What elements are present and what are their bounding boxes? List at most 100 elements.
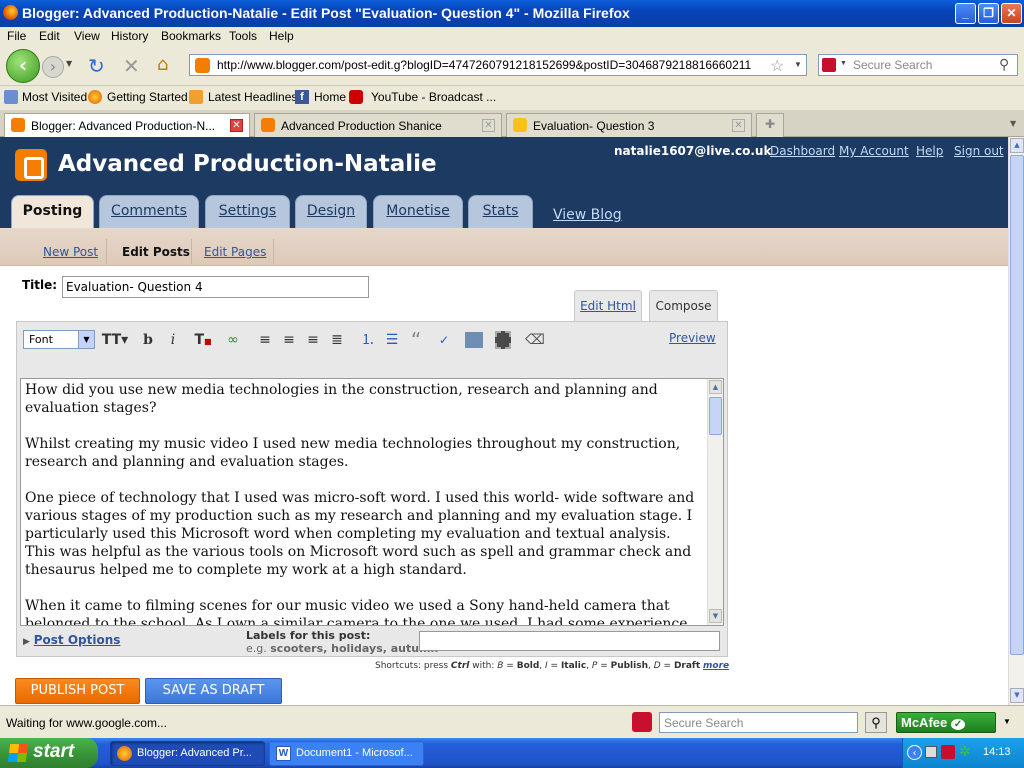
forward-button[interactable]: › [42, 56, 64, 78]
post-options[interactable]: ▶ Post Options [23, 633, 120, 647]
text-color-icon[interactable]: T■ [193, 330, 213, 350]
status-search-icon[interactable]: ⚲ [865, 712, 887, 733]
scroll-up-icon[interactable]: ▲ [1010, 138, 1024, 153]
bookmark-home[interactable]: Home [314, 90, 346, 104]
page-scrollbar[interactable]: ▲ ▼ [1008, 137, 1024, 705]
tab-blogger-edit-post[interactable]: Blogger: Advanced Production-N... ✕ [4, 113, 250, 138]
close-window-button[interactable]: ✕ [1001, 3, 1022, 24]
network-icon[interactable] [925, 746, 937, 758]
page-scroll-thumb[interactable] [1010, 155, 1024, 655]
blogger-logo-icon[interactable] [15, 149, 47, 181]
italic-icon[interactable]: i [163, 330, 183, 350]
close-tab-icon[interactable]: ✕ [732, 119, 745, 132]
shortcuts-more-link[interactable]: more [703, 661, 729, 671]
save-as-draft-button[interactable]: SAVE AS DRAFT [145, 678, 282, 704]
bookmark-latest-headlines[interactable]: Latest Headlines [208, 90, 297, 104]
menu-file[interactable]: File [7, 29, 26, 43]
bold-icon[interactable]: b [138, 330, 158, 350]
help-link[interactable]: Help [916, 144, 943, 158]
post-options-link[interactable]: Post Options [34, 633, 121, 647]
search-magnifier-icon[interactable]: ⚲ [999, 56, 1009, 73]
tab-advanced-production-shanice[interactable]: Advanced Production Shanice ✕ [254, 113, 502, 137]
numbered-list-icon[interactable]: ⒈ [358, 330, 378, 350]
my-account-link[interactable]: My Account [839, 144, 909, 158]
menu-history[interactable]: History [111, 29, 148, 43]
scroll-down-icon[interactable]: ▼ [709, 609, 722, 623]
post-body-content[interactable]: How did you use new media technologies i… [25, 381, 705, 625]
menu-help[interactable]: Help [269, 29, 294, 43]
font-select[interactable]: Font ▼ [23, 330, 95, 349]
align-center-icon[interactable]: ≡ [279, 330, 299, 350]
scroll-thumb[interactable] [709, 397, 722, 435]
rss-feed-icon [189, 90, 203, 104]
edit-html-tab[interactable]: Edit Html [574, 290, 642, 322]
menu-bookmarks[interactable]: Bookmarks [161, 29, 221, 43]
scroll-down-icon[interactable]: ▼ [1010, 688, 1024, 703]
mcafee-search-icon [822, 58, 836, 72]
view-blog-link[interactable]: View Blog [553, 207, 622, 223]
justify-icon[interactable]: ≣ [327, 330, 347, 350]
post-body-editor[interactable]: How did you use new media technologies i… [20, 378, 724, 626]
align-right-icon[interactable]: ≡ [303, 330, 323, 350]
bookmark-youtube[interactable]: YouTube - Broadcast ... [371, 90, 496, 104]
post-title-input[interactable]: Evaluation- Question 4 [62, 276, 369, 298]
tab-comments[interactable]: Comments [99, 195, 199, 228]
tab-settings[interactable]: Settings [205, 195, 290, 228]
home-icon[interactable]: ⌂ [157, 54, 168, 75]
preview-link[interactable]: Preview [669, 331, 716, 345]
url-bar[interactable]: http://www.blogger.com/post-edit.g?blogI… [189, 54, 807, 76]
spellcheck-icon[interactable]: ✓ [434, 330, 454, 350]
close-tab-icon[interactable]: ✕ [230, 119, 243, 132]
bookmark-getting-started[interactable]: Getting Started [107, 90, 188, 104]
edit-pages-link[interactable]: Edit Pages [204, 245, 266, 259]
bullet-list-icon[interactable]: ☰ [382, 330, 402, 350]
mcafee-shield-icon[interactable] [632, 712, 652, 732]
sign-out-link[interactable]: Sign out [954, 144, 1004, 158]
reload-icon[interactable]: ↻ [88, 54, 105, 78]
search-engine-dropdown-icon[interactable]: ▼ [840, 60, 847, 67]
status-search-input[interactable]: Secure Search [659, 712, 858, 733]
close-tab-icon[interactable]: ✕ [482, 119, 495, 132]
tab-posting[interactable]: Posting [11, 195, 94, 228]
tray-app-icon[interactable]: ✲ [959, 744, 971, 760]
search-box[interactable]: ▼ Secure Search ⚲ [818, 54, 1018, 76]
back-button[interactable]: ‹ [6, 49, 40, 83]
mcafee-badge[interactable]: McAfee ✓ [896, 712, 996, 733]
new-post-link[interactable]: New Post [43, 245, 98, 259]
blockquote-icon[interactable]: “ [406, 330, 426, 350]
taskbar-item-firefox[interactable]: Blogger: Advanced Pr... [110, 741, 265, 766]
tab-stats[interactable]: Stats [468, 195, 533, 228]
url-dropdown-icon[interactable]: ▼ [794, 60, 802, 69]
mcafee-tray-icon[interactable] [941, 745, 955, 759]
labels-input[interactable] [419, 631, 720, 651]
font-size-icon[interactable]: TT▾ [101, 330, 129, 350]
align-left-icon[interactable]: ≡ [255, 330, 275, 350]
minimize-button[interactable]: _ [955, 3, 976, 24]
maximize-button[interactable]: ❐ [978, 3, 999, 24]
tab-list-dropdown-icon[interactable]: ▼ [1010, 119, 1016, 128]
history-dropdown-icon[interactable]: ▼ [66, 59, 72, 68]
tab-monetise[interactable]: Monetise [373, 195, 463, 228]
link-icon[interactable]: ∞ [223, 330, 243, 350]
compose-tab[interactable]: Compose [649, 290, 718, 323]
bookmark-most-visited[interactable]: Most Visited [22, 90, 87, 104]
bookmark-star-icon[interactable]: ☆ [770, 56, 784, 76]
taskbar-item-word[interactable]: W Document1 - Microsof... [269, 741, 424, 766]
tab-evaluation-question-3[interactable]: Evaluation- Question 3 ✕ [506, 113, 752, 137]
tab-design[interactable]: Design [295, 195, 367, 228]
dashboard-link[interactable]: Dashboard [770, 144, 835, 158]
remove-formatting-icon[interactable]: ⌫ [525, 330, 545, 350]
start-button[interactable]: start [0, 738, 98, 768]
menu-edit[interactable]: Edit [39, 29, 60, 43]
menu-view[interactable]: View [74, 29, 100, 43]
tray-expand-icon[interactable]: ‹ [907, 745, 922, 760]
insert-video-icon[interactable] [495, 331, 511, 349]
menu-tools[interactable]: Tools [229, 29, 257, 43]
publish-post-button[interactable]: PUBLISH POST [15, 678, 140, 704]
scroll-up-icon[interactable]: ▲ [709, 380, 722, 394]
new-tab-button[interactable]: ✚ [756, 113, 784, 137]
stop-icon[interactable]: ✕ [123, 54, 140, 78]
editor-scrollbar[interactable]: ▲ ▼ [707, 379, 723, 625]
insert-image-icon[interactable] [465, 332, 483, 348]
chevron-down-icon[interactable]: ▼ [1003, 717, 1011, 726]
